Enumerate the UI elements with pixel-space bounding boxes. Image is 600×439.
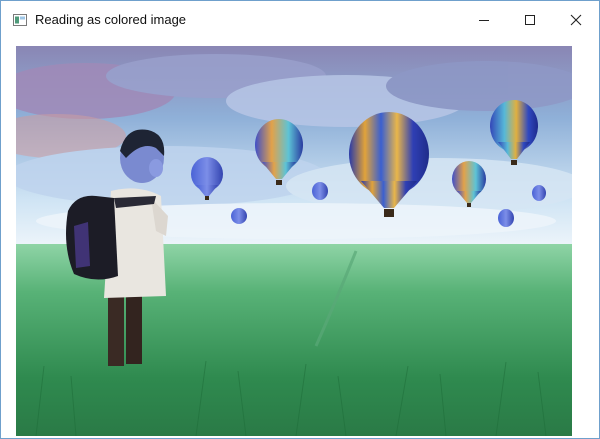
maximize-icon [525,15,535,25]
window-title: Reading as colored image [35,12,187,27]
minimize-icon [479,20,489,21]
app-window: Reading as colored image [0,0,600,439]
minimize-button[interactable] [461,1,507,39]
photo-scene [16,46,572,436]
maximize-button[interactable] [507,1,553,39]
java-window-icon[interactable] [13,13,27,26]
content-pane [1,39,599,438]
image-display [16,46,572,436]
title-bar[interactable]: Reading as colored image [1,1,599,39]
close-button[interactable] [553,1,599,39]
close-icon [570,14,582,26]
